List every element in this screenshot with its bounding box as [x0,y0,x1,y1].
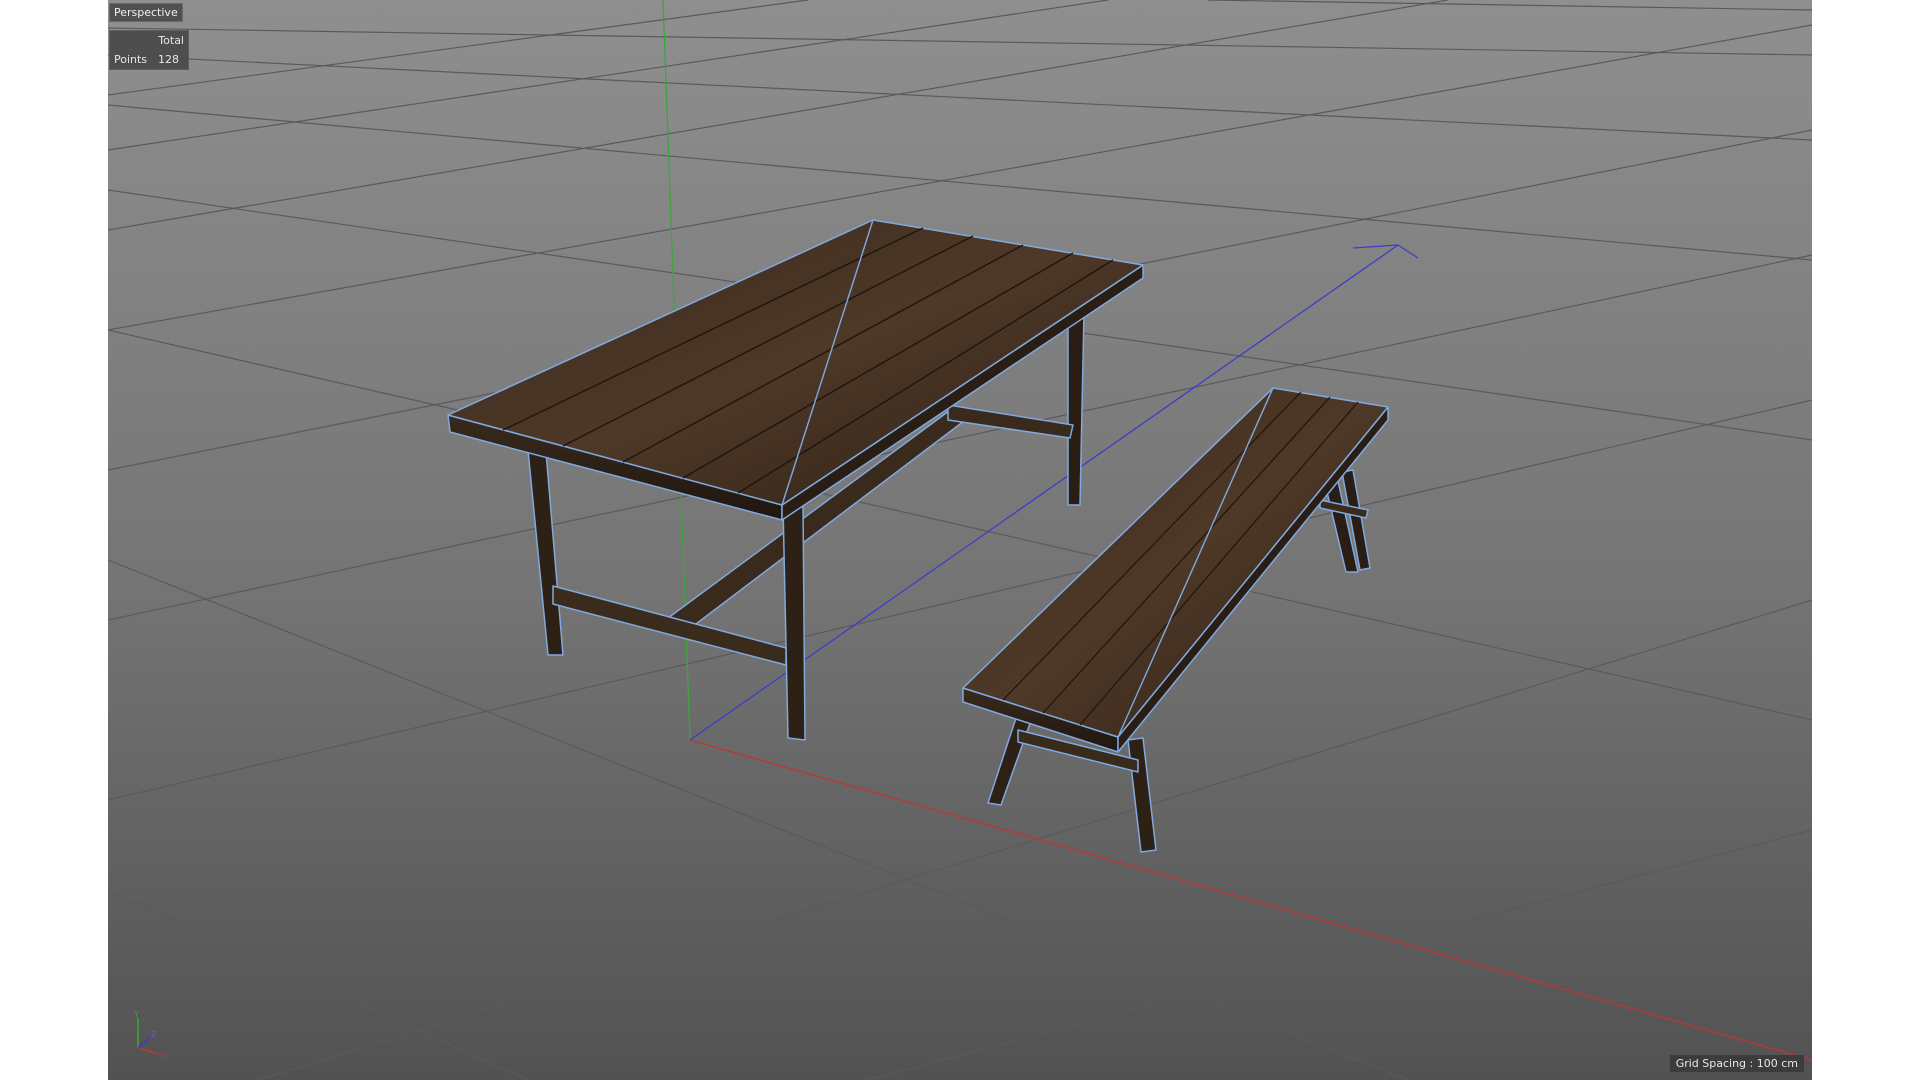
stats-points-label: Points [114,53,148,66]
axis-gizmo-z-label: Z [151,1030,157,1039]
viewport-background [108,0,1812,1080]
viewport-canvas[interactable] [108,0,1812,1080]
stats-header: Total [158,34,184,47]
stats-overlay: Total Points 128 [109,30,189,70]
grid-spacing-label: Grid Spacing : 100 cm [1669,1055,1804,1072]
axis-gizmo-y-label: Y [133,1010,139,1019]
axis-gizmo-icon: Y X Z [133,1010,166,1060]
viewport-name-label[interactable]: Perspective [109,3,183,22]
3d-viewport[interactable]: Perspective Total Points 128 Grid Spacin… [108,0,1812,1080]
axis-gizmo-x-label: X [160,1051,166,1060]
stats-points-value: 128 [158,53,179,66]
